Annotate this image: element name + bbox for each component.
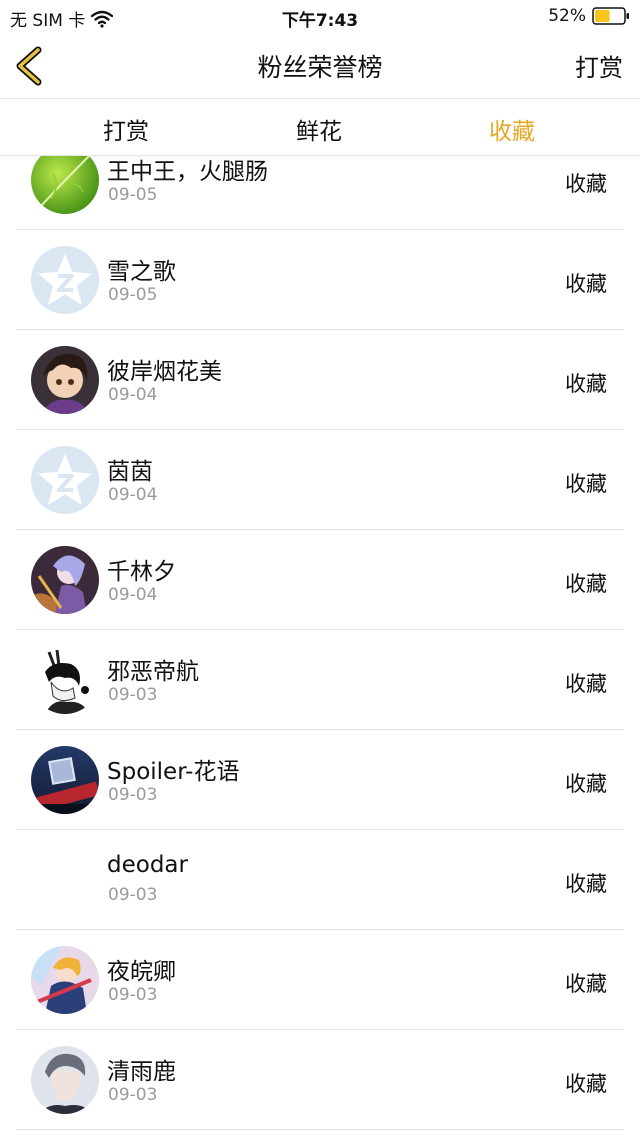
fan-name: 邪恶帝航	[107, 659, 199, 685]
avatar	[31, 746, 99, 814]
fan-name: 千林夕	[107, 559, 176, 585]
fan-action: 收藏	[565, 772, 607, 796]
fan-action: 收藏	[565, 272, 607, 296]
fan-action: 收藏	[565, 872, 607, 896]
fan-list[interactable]: 王中王，火腿肠 09-05 收藏 雪之歌 09-05 收藏 彼岸烟花美 09-0…	[0, 156, 640, 1138]
fan-name: deodar	[107, 852, 188, 878]
fan-date: 09-03	[108, 685, 158, 705]
status-right: 52%	[548, 6, 630, 26]
battery-icon	[592, 7, 630, 25]
list-item[interactable]: 茵茵 09-04 收藏	[0, 430, 640, 530]
fan-date: 09-05	[108, 185, 158, 205]
fan-date: 09-04	[108, 485, 158, 505]
anime-avatar-image	[31, 346, 99, 414]
sketch-avatar-image	[31, 646, 99, 714]
status-time: 下午7:43	[281, 11, 359, 31]
fan-name: 王中王，火腿肠	[107, 159, 268, 185]
fan-action: 收藏	[565, 172, 607, 196]
fan-name: 茵茵	[107, 459, 153, 485]
anime-avatar-image	[31, 546, 99, 614]
fan-name: 雪之歌	[107, 259, 176, 285]
list-item[interactable]: Spoiler-花语 09-03 收藏	[0, 730, 640, 830]
avatar	[31, 846, 99, 914]
fan-date: 09-03	[108, 885, 158, 905]
list-item[interactable]: 彼岸烟花美 09-04 收藏	[0, 330, 640, 430]
leaf-avatar-image	[31, 156, 99, 214]
avatar	[31, 546, 99, 614]
fan-action: 收藏	[565, 1072, 607, 1096]
avatar	[31, 446, 99, 514]
avatar	[31, 246, 99, 314]
reward-button[interactable]: 打赏	[575, 48, 623, 83]
fan-name: 彼岸烟花美	[107, 359, 222, 385]
tab-bar: 打赏 鲜花 收藏	[0, 99, 640, 156]
fan-action: 收藏	[565, 672, 607, 696]
fan-action: 收藏	[565, 972, 607, 996]
night-scene-avatar-image	[31, 746, 99, 814]
fan-name: 夜皖卿	[107, 959, 176, 985]
fan-name: Spoiler-花语	[107, 759, 240, 785]
avatar	[31, 346, 99, 414]
list-item[interactable]: deodar 09-03 收藏	[0, 830, 640, 930]
fan-date: 09-03	[108, 1085, 158, 1105]
default-avatar-icon	[31, 246, 99, 314]
portrait-avatar-image	[31, 1046, 99, 1114]
list-item[interactable]: 雪之歌 09-05 收藏	[0, 230, 640, 330]
anime-avatar-image	[31, 946, 99, 1014]
list-item[interactable]: 夜皖卿 09-03 收藏	[0, 930, 640, 1030]
avatar	[31, 1046, 99, 1114]
tab-flower[interactable]: 鲜花	[259, 112, 379, 146]
list-item[interactable]: 清雨鹿 09-03 收藏	[0, 1030, 640, 1130]
fan-date: 09-04	[108, 585, 158, 605]
nav-bar: 粉丝荣誉榜 打赏	[0, 34, 640, 99]
list-item[interactable]: 邪恶帝航 09-03 收藏	[0, 630, 640, 730]
fan-name: 清雨鹿	[107, 1059, 176, 1085]
status-bar: 无 SIM 卡 下午7:43 52%	[0, 0, 640, 34]
fan-action: 收藏	[565, 372, 607, 396]
fan-date: 09-03	[108, 785, 158, 805]
fan-action: 收藏	[565, 572, 607, 596]
list-item[interactable]: 王中王，火腿肠 09-05 收藏	[0, 156, 640, 230]
page-title: 粉丝荣誉榜	[257, 53, 383, 82]
fan-date: 09-04	[108, 385, 158, 405]
fan-date: 09-03	[108, 985, 158, 1005]
tab-collect[interactable]: 收藏	[452, 112, 572, 146]
default-avatar-icon	[31, 446, 99, 514]
fan-action: 收藏	[565, 472, 607, 496]
avatar	[31, 946, 99, 1014]
avatar	[31, 156, 99, 214]
tab-reward[interactable]: 打赏	[66, 112, 186, 146]
fan-list-inner: 王中王，火腿肠 09-05 收藏 雪之歌 09-05 收藏 彼岸烟花美 09-0…	[0, 156, 640, 1130]
list-item[interactable]: 千林夕 09-04 收藏	[0, 530, 640, 630]
fan-date: 09-05	[108, 285, 158, 305]
battery-percent: 52%	[548, 6, 586, 26]
avatar	[31, 646, 99, 714]
